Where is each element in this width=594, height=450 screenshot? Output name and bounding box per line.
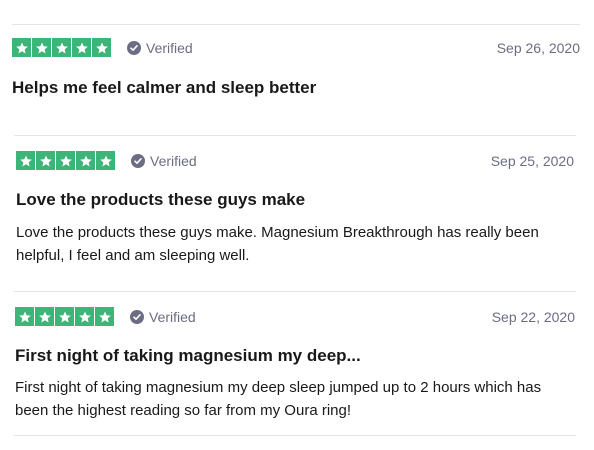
star-icon — [32, 38, 51, 57]
review-card: Verified Sep 22, 2020 First night of tak… — [15, 307, 575, 427]
review-body: First night of taking magnesium my deep … — [15, 379, 542, 419]
review-meta: Verified — [12, 38, 193, 58]
review-body: Love the products these guys make. Magne… — [16, 224, 539, 264]
star-rating — [16, 151, 115, 171]
review-card: Verified Sep 26, 2020 Helps me feel calm… — [12, 38, 580, 108]
star-icon — [72, 38, 91, 57]
verified-label: Verified — [146, 40, 193, 56]
verified-badge: Verified — [127, 40, 193, 56]
verified-label: Verified — [150, 153, 197, 169]
review-title[interactable]: First night of taking magnesium my deep.… — [15, 346, 361, 366]
star-icon — [16, 151, 35, 170]
verified-check-icon — [130, 310, 144, 324]
review-title[interactable]: Helps me feel calmer and sleep better — [12, 78, 316, 98]
star-rating — [12, 38, 111, 58]
review-card: Verified Sep 25, 2020 Love the products … — [16, 151, 574, 271]
star-rating — [15, 307, 114, 327]
star-icon — [76, 151, 95, 170]
review-date: Sep 22, 2020 — [491, 309, 575, 325]
divider-bottom — [14, 435, 576, 436]
star-icon — [92, 38, 111, 57]
star-icon — [56, 151, 75, 170]
divider — [14, 291, 576, 292]
star-icon — [95, 307, 114, 326]
star-icon — [35, 307, 54, 326]
star-icon — [12, 38, 31, 57]
star-icon — [36, 151, 55, 170]
star-icon — [52, 38, 71, 57]
verified-check-icon — [127, 41, 141, 55]
review-date: Sep 26, 2020 — [496, 40, 580, 56]
verified-check-icon — [131, 154, 145, 168]
star-icon — [96, 151, 115, 170]
star-icon — [15, 307, 34, 326]
verified-badge: Verified — [131, 153, 197, 169]
review-meta: Verified — [16, 151, 197, 171]
review-date: Sep 25, 2020 — [490, 153, 574, 169]
star-icon — [55, 307, 74, 326]
review-meta: Verified — [15, 307, 196, 327]
divider — [14, 135, 576, 136]
divider-top — [12, 24, 580, 25]
star-icon — [75, 307, 94, 326]
verified-badge: Verified — [130, 309, 196, 325]
review-title[interactable]: Love the products these guys make — [16, 190, 305, 210]
verified-label: Verified — [149, 309, 196, 325]
